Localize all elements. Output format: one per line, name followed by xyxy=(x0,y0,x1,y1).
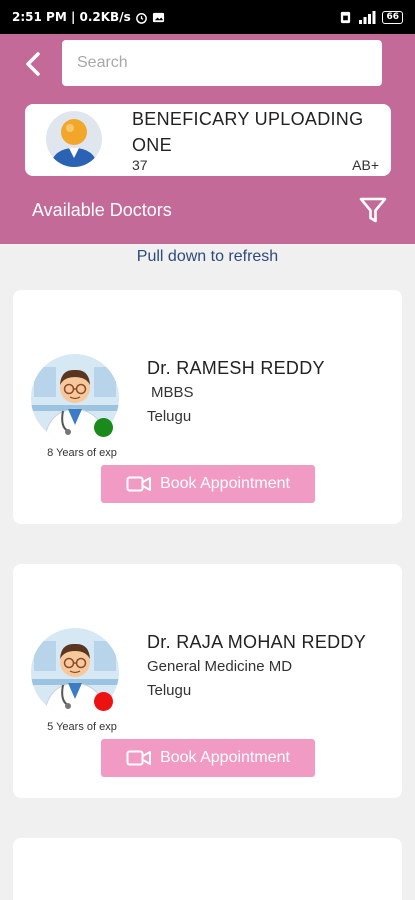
online-status-indicator xyxy=(94,418,113,437)
doctor-language: Telugu xyxy=(147,682,192,699)
doctor-degree: General Medicine MD xyxy=(147,658,293,675)
beneficiary-card[interactable]: BENEFICARY UPLOADING ONE 37 AB+ xyxy=(25,104,391,176)
status-time: 2:51 PM | 0.2KB/s xyxy=(12,10,131,24)
battery-icon: 66 xyxy=(382,10,403,24)
doctor-experience: 8 Years of exp xyxy=(47,447,117,459)
header: BENEFICARY UPLOADING ONE 37 AB+ Availabl… xyxy=(0,34,415,244)
doctor-name: Dr. RAJA MOHAN REDDY xyxy=(147,632,367,652)
alarm-icon xyxy=(135,12,147,24)
section-title: Available Doctors xyxy=(32,200,172,220)
book-appointment-label: Book Appointment xyxy=(160,475,290,492)
gallery-icon xyxy=(152,12,164,22)
doctor-language: Telugu xyxy=(147,408,192,425)
doctor-experience: 5 Years of exp xyxy=(47,721,117,733)
video-camera-icon xyxy=(126,476,152,492)
book-appointment-button[interactable]: Book Appointment xyxy=(101,465,315,503)
doctor-degree: MBBS xyxy=(151,384,194,401)
offline-status-indicator xyxy=(94,692,113,711)
status-bar: 2:51 PM | 0.2KB/s 66 xyxy=(0,0,415,34)
user-avatar-icon xyxy=(46,111,102,167)
beneficiary-blood-group: AB+ xyxy=(352,157,379,173)
doctor-card-partial[interactable] xyxy=(13,838,402,900)
search-input[interactable] xyxy=(62,40,382,86)
book-appointment-label: Book Appointment xyxy=(160,749,290,766)
doctor-card[interactable]: 8 Years of exp Dr. RAMESH REDDY MBBS Tel… xyxy=(13,290,402,524)
filter-icon[interactable] xyxy=(359,196,387,224)
chevron-left-icon xyxy=(26,52,40,76)
video-camera-icon xyxy=(126,750,152,766)
doctor-name: Dr. RAMESH REDDY xyxy=(147,358,325,378)
back-button[interactable] xyxy=(18,49,48,79)
doctor-card[interactable]: 5 Years of exp Dr. RAJA MOHAN REDDY Gene… xyxy=(13,564,402,798)
book-appointment-button[interactable]: Book Appointment xyxy=(101,739,315,777)
beneficiary-name: BENEFICARY UPLOADING ONE xyxy=(132,109,364,155)
sim-icon xyxy=(341,11,351,23)
pull-to-refresh-hint: Pull down to refresh xyxy=(136,248,279,265)
beneficiary-age: 37 xyxy=(132,157,148,173)
signal-icon xyxy=(359,10,376,24)
